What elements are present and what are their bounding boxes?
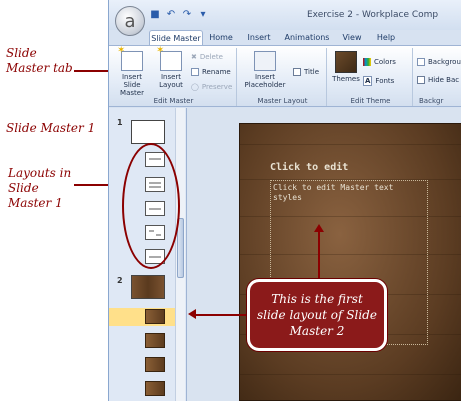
customize-qat-icon[interactable]: ▾ bbox=[197, 9, 209, 21]
title-bar: a ■ ↶ ↷ ▾ Exercise 2 - Workplace Comp bbox=[109, 0, 461, 36]
group-master-layout: Insert Placeholder Title Master Layout bbox=[239, 48, 327, 106]
arrow-callout-up bbox=[318, 232, 320, 279]
tab-help[interactable]: Help bbox=[369, 30, 403, 46]
quick-access-toolbar: ■ ↶ ↷ ▾ bbox=[149, 9, 209, 21]
ribbon-tabs: Slide Master Home Insert Animations View… bbox=[149, 30, 403, 46]
delete-button[interactable]: ✖ Delete bbox=[191, 53, 223, 61]
callout-first-slide-layout: This is the first slide layout of Slide … bbox=[247, 279, 387, 351]
annotation-slide-master-tab: Slide Master tab bbox=[6, 46, 73, 75]
thumbnail-pane-scrollbar[interactable] bbox=[175, 108, 185, 401]
layouts-highlight-oval bbox=[122, 143, 180, 269]
group-label-edit-master: Edit Master bbox=[153, 97, 194, 105]
group-label-master-layout: Master Layout bbox=[257, 97, 308, 105]
insert-slide-master-icon: ✶ bbox=[117, 46, 143, 71]
fonts-icon: A bbox=[363, 76, 373, 86]
save-icon[interactable]: ■ bbox=[149, 9, 161, 21]
rename-button[interactable]: Rename bbox=[191, 68, 231, 76]
slide-master-1-thumbnail[interactable] bbox=[131, 120, 165, 144]
background-styles-button[interactable]: Backgrou bbox=[417, 58, 461, 66]
arrow-slide-master-tab bbox=[74, 70, 112, 72]
group-label-background: Backgr bbox=[419, 97, 444, 105]
master-2-layout-thumbnail[interactable] bbox=[145, 357, 165, 372]
tab-insert[interactable]: Insert bbox=[239, 30, 279, 46]
arrow-head-callout-up bbox=[314, 224, 324, 232]
annotation-slide-master-1: Slide Master 1 bbox=[6, 121, 96, 135]
tab-home[interactable]: Home bbox=[203, 30, 239, 46]
fonts-button[interactable]: A Fonts bbox=[363, 76, 394, 86]
insert-placeholder-button[interactable]: Insert Placeholder bbox=[241, 51, 289, 89]
delete-icon: ✖ bbox=[191, 53, 197, 61]
insert-placeholder-icon bbox=[254, 51, 276, 71]
tab-slide-master[interactable]: Slide Master bbox=[149, 30, 203, 46]
slide-editing-area: Click to edit Click to edit Master text … bbox=[187, 108, 461, 401]
background-styles-icon bbox=[417, 58, 425, 66]
rename-icon bbox=[191, 68, 199, 76]
master-2-layout-thumbnail[interactable] bbox=[145, 333, 165, 348]
insert-slide-master-button[interactable]: ✶ Insert Slide Master bbox=[113, 46, 151, 98]
group-edit-master: ✶ Insert Slide Master ✶ Insert Layout ✖ D… bbox=[111, 46, 237, 106]
selected-layout-highlight bbox=[109, 308, 175, 326]
colors-icon bbox=[363, 58, 371, 66]
preserve-icon: ◯ bbox=[191, 83, 199, 91]
group-background: Backgrou Hide Bac Backgr bbox=[415, 48, 461, 106]
arrow-callout-to-layout bbox=[196, 314, 248, 316]
colors-button[interactable]: Colors bbox=[363, 58, 396, 66]
annotation-layouts: Layouts in Slide Master 1 bbox=[8, 166, 72, 210]
insert-layout-button[interactable]: ✶ Insert Layout bbox=[155, 46, 187, 90]
hide-background-checkbox[interactable]: Hide Bac bbox=[417, 76, 459, 84]
hide-background-box bbox=[417, 76, 425, 84]
slide-master-2-thumbnail[interactable] bbox=[131, 275, 165, 299]
master-2-number: 2 bbox=[117, 276, 123, 285]
title-placeholder[interactable]: Click to edit bbox=[270, 162, 430, 180]
group-label-edit-theme: Edit Theme bbox=[350, 97, 391, 105]
ribbon: ✶ Insert Slide Master ✶ Insert Layout ✖ D… bbox=[109, 45, 461, 107]
tab-view[interactable]: View bbox=[335, 30, 369, 46]
title-checkbox-box bbox=[293, 68, 301, 76]
title-checkbox[interactable]: Title bbox=[293, 68, 319, 76]
window-title: Exercise 2 - Workplace Comp bbox=[307, 10, 439, 20]
group-edit-theme: Themes Colors A Fonts Edit Theme bbox=[329, 48, 413, 106]
tab-animations[interactable]: Animations bbox=[279, 30, 335, 46]
themes-button[interactable]: Themes bbox=[331, 51, 361, 83]
insert-layout-icon: ✶ bbox=[156, 46, 182, 71]
office-button[interactable]: a bbox=[115, 6, 145, 36]
slide-canvas[interactable]: Click to edit Click to edit Master text … bbox=[239, 123, 461, 401]
undo-icon[interactable]: ↶ bbox=[165, 9, 177, 21]
arrow-head-callout-to-layout bbox=[188, 309, 196, 319]
preserve-button[interactable]: ◯ Preserve bbox=[191, 83, 232, 91]
master-1-number: 1 bbox=[117, 118, 123, 127]
redo-icon[interactable]: ↷ bbox=[181, 9, 193, 21]
master-2-layout-thumbnail[interactable] bbox=[145, 381, 165, 396]
themes-icon bbox=[335, 51, 357, 73]
master-2-layout-thumbnail-selected[interactable] bbox=[145, 309, 165, 324]
